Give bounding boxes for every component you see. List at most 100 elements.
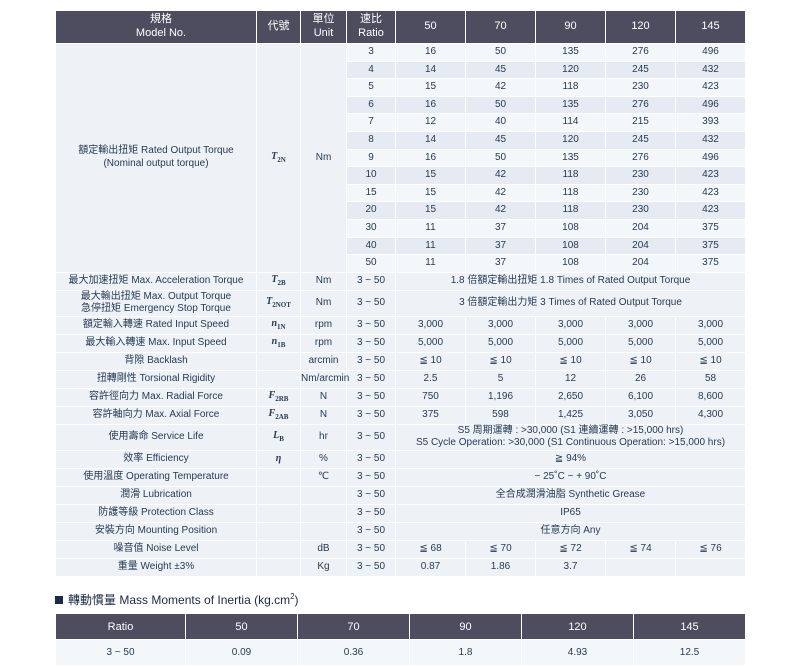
spec-row-span-note: ≧ 94% [395, 449, 746, 469]
spec-value-cell: 2.5 [395, 369, 466, 389]
spec-row-symbol [256, 351, 301, 371]
spec-value-cell: 5,000 [675, 333, 746, 353]
spec-value-cell: 3,050 [605, 405, 676, 425]
spec-row: 最大加速扭矩 Max. Acceleration Torque T2B Nm 3 ~ … [55, 271, 746, 291]
spec-row-unit [300, 521, 347, 541]
inertia-header-145: 145 [633, 613, 746, 640]
spec-row-ratio: 3 ~ 50 [346, 369, 396, 389]
spec-row-label: 容許軸向力 Max. Axial Force [55, 405, 257, 425]
header-unit: 單位 Unit [300, 10, 347, 44]
torque-value-cell: 375 [675, 236, 746, 256]
torque-value-cell: 16 [395, 95, 466, 115]
inertia-header-120: 120 [521, 613, 634, 640]
header-model-70: 70 [465, 10, 536, 44]
torque-ratio-cell: 8 [346, 130, 396, 150]
spec-row-label: 防護等級 Protection Class [55, 503, 257, 523]
header-model-cn: 規格 [150, 13, 172, 26]
spec-row: 扭轉剛性 Torsional Rigidity Nm/arcmin 3 ~ 50 2.… [55, 369, 746, 389]
torque-value-cell: 135 [535, 95, 606, 115]
spec-row-label: 額定輸入轉速 Rated Input Speed [55, 315, 257, 335]
torque-value-cell: 204 [605, 254, 676, 273]
spec-span-line1: 1.8 倍額定輸出扭矩 1.8 Times of Rated Output To… [450, 274, 691, 286]
spec-value-cell: ≦ 72 [535, 539, 606, 559]
torque-value-cell: 245 [605, 60, 676, 80]
inertia-value-90: 1.8 [409, 639, 522, 666]
specification-table-container: 規格 Model No. 代號 單位 Unit 速比 Ratio 50 70 9… [55, 10, 746, 577]
spec-row-unit: rpm [300, 315, 347, 335]
torque-value-cell: 276 [605, 43, 676, 62]
torque-ratio-cell: 3 [346, 43, 396, 62]
spec-row-ratio: 3 ~ 50 [346, 557, 396, 577]
torque-value-cell: 496 [675, 43, 746, 62]
spec-rows-body: 最大加速扭矩 Max. Acceleration Torque T2B Nm 3 ~ … [55, 271, 746, 577]
torque-value-cell: 11 [395, 236, 466, 256]
spec-row-symbol [256, 369, 301, 389]
spec-row-unit: arcmin [300, 351, 347, 371]
spec-row-symbol: T2B [256, 271, 301, 291]
spec-row-unit: Kg [300, 557, 347, 577]
inertia-header-row: Ratio 50 70 90 120 145 [55, 613, 746, 640]
torque-value-cell: 42 [465, 183, 536, 203]
torque-value-cell: 40 [465, 113, 536, 132]
spec-span-line1: ≧ 94% [554, 452, 587, 464]
spec-row-symbol: η [256, 449, 301, 469]
torque-value-cell: 204 [605, 236, 676, 256]
header-unit-en: Unit [313, 27, 334, 39]
torque-value-cell: 108 [535, 254, 606, 273]
spec-value-cell: ≦ 10 [675, 351, 746, 371]
torque-value-cell: 120 [535, 130, 606, 150]
spec-row-unit: hr [300, 423, 347, 451]
spec-row: 安裝方向 Mounting Position 3 ~ 50 任意方向 Any [55, 521, 746, 541]
torque-value-cell: 135 [535, 148, 606, 168]
spec-row: 噪音值 Noise Level dB 3 ~ 50 ≦ 68 ≦ 70 ≦ 72 ≦ 74 ≦… [55, 539, 746, 559]
spec-span-line2: S5 Cycle Operation: >30,000 (S1 Continuo… [415, 437, 726, 449]
torque-ratio-cell: 7 [346, 113, 396, 132]
spec-row-ratio: 3 ~ 50 [346, 387, 396, 407]
spec-row-unit: dB [300, 539, 347, 559]
spec-row-symbol [256, 557, 301, 577]
spec-row-span-note: 3 倍額定輸出力矩 3 Times of Rated Output Torque [395, 289, 746, 317]
header-model-no: 規格 Model No. [55, 10, 257, 44]
spec-row-symbol [256, 485, 301, 505]
spec-value-cell: 3,000 [465, 315, 536, 335]
header-ratio-cn: 速比 [360, 13, 382, 26]
spec-row-ratio: 3 ~ 50 [346, 521, 396, 541]
torque-ratio-cell: 10 [346, 166, 396, 185]
torque-value-cell: 230 [605, 183, 676, 203]
inertia-value-70: 0.36 [297, 639, 410, 666]
torque-value-cell: 496 [675, 95, 746, 115]
spec-value-cell: 3,000 [395, 315, 466, 335]
torque-value-cell: 118 [535, 78, 606, 97]
torque-value-cell: 42 [465, 166, 536, 185]
spec-row-ratio: 3 ~ 50 [346, 351, 396, 371]
torque-value-cell: 16 [395, 43, 466, 62]
torque-ratio-cell: 30 [346, 218, 396, 238]
spec-row: 重量 Weight ±3% Kg 3 ~ 50 0.87 1.86 3.7 [55, 557, 746, 577]
torque-ratio-cell: 9 [346, 148, 396, 168]
rated-output-torque-block: 額定輸出扭矩 Rated Output Torque (Nominal outpu… [55, 43, 746, 273]
spec-row-symbol [256, 467, 301, 487]
spec-row: 容許軸向力 Max. Axial Force F2AB N 3 ~ 50 375 598 1… [55, 405, 746, 425]
spec-row-ratio: 3 ~ 50 [346, 467, 396, 487]
header-model-145: 145 [675, 10, 746, 44]
spec-span-line1: S5 周期運轉 : >30,000 (S1 連續運轉 : >15,000 hrs… [457, 424, 684, 436]
inertia-title-en: Mass Moments of Inertia (kg.cm [119, 593, 291, 607]
torque-value-cell: 12 [395, 113, 466, 132]
inertia-header-50: 50 [185, 613, 298, 640]
header-model-en: Model No. [135, 27, 187, 39]
torque-value-cell: 108 [535, 236, 606, 256]
torque-value-cell: 42 [465, 78, 536, 97]
spec-row-label: 容許徑向力 Max. Radial Force [55, 387, 257, 407]
spec-row-label: 背隙 Backlash [55, 351, 257, 371]
spec-value-cell [675, 557, 746, 577]
torque-ratio-cell: 50 [346, 254, 396, 273]
torque-value-cell: 37 [465, 236, 536, 256]
inertia-data-row: 3 ~ 50 0.09 0.36 1.8 4.93 12.5 [55, 639, 746, 666]
spec-row-symbol: n1N [256, 315, 301, 335]
spec-row-ratio: 3 ~ 50 [346, 539, 396, 559]
spec-row-label: 潤滑 Lubrication [55, 485, 257, 505]
spec-row-unit [300, 503, 347, 523]
torque-value-cell: 245 [605, 130, 676, 150]
torque-value-cell: 432 [675, 130, 746, 150]
torque-value-cell: 42 [465, 201, 536, 220]
